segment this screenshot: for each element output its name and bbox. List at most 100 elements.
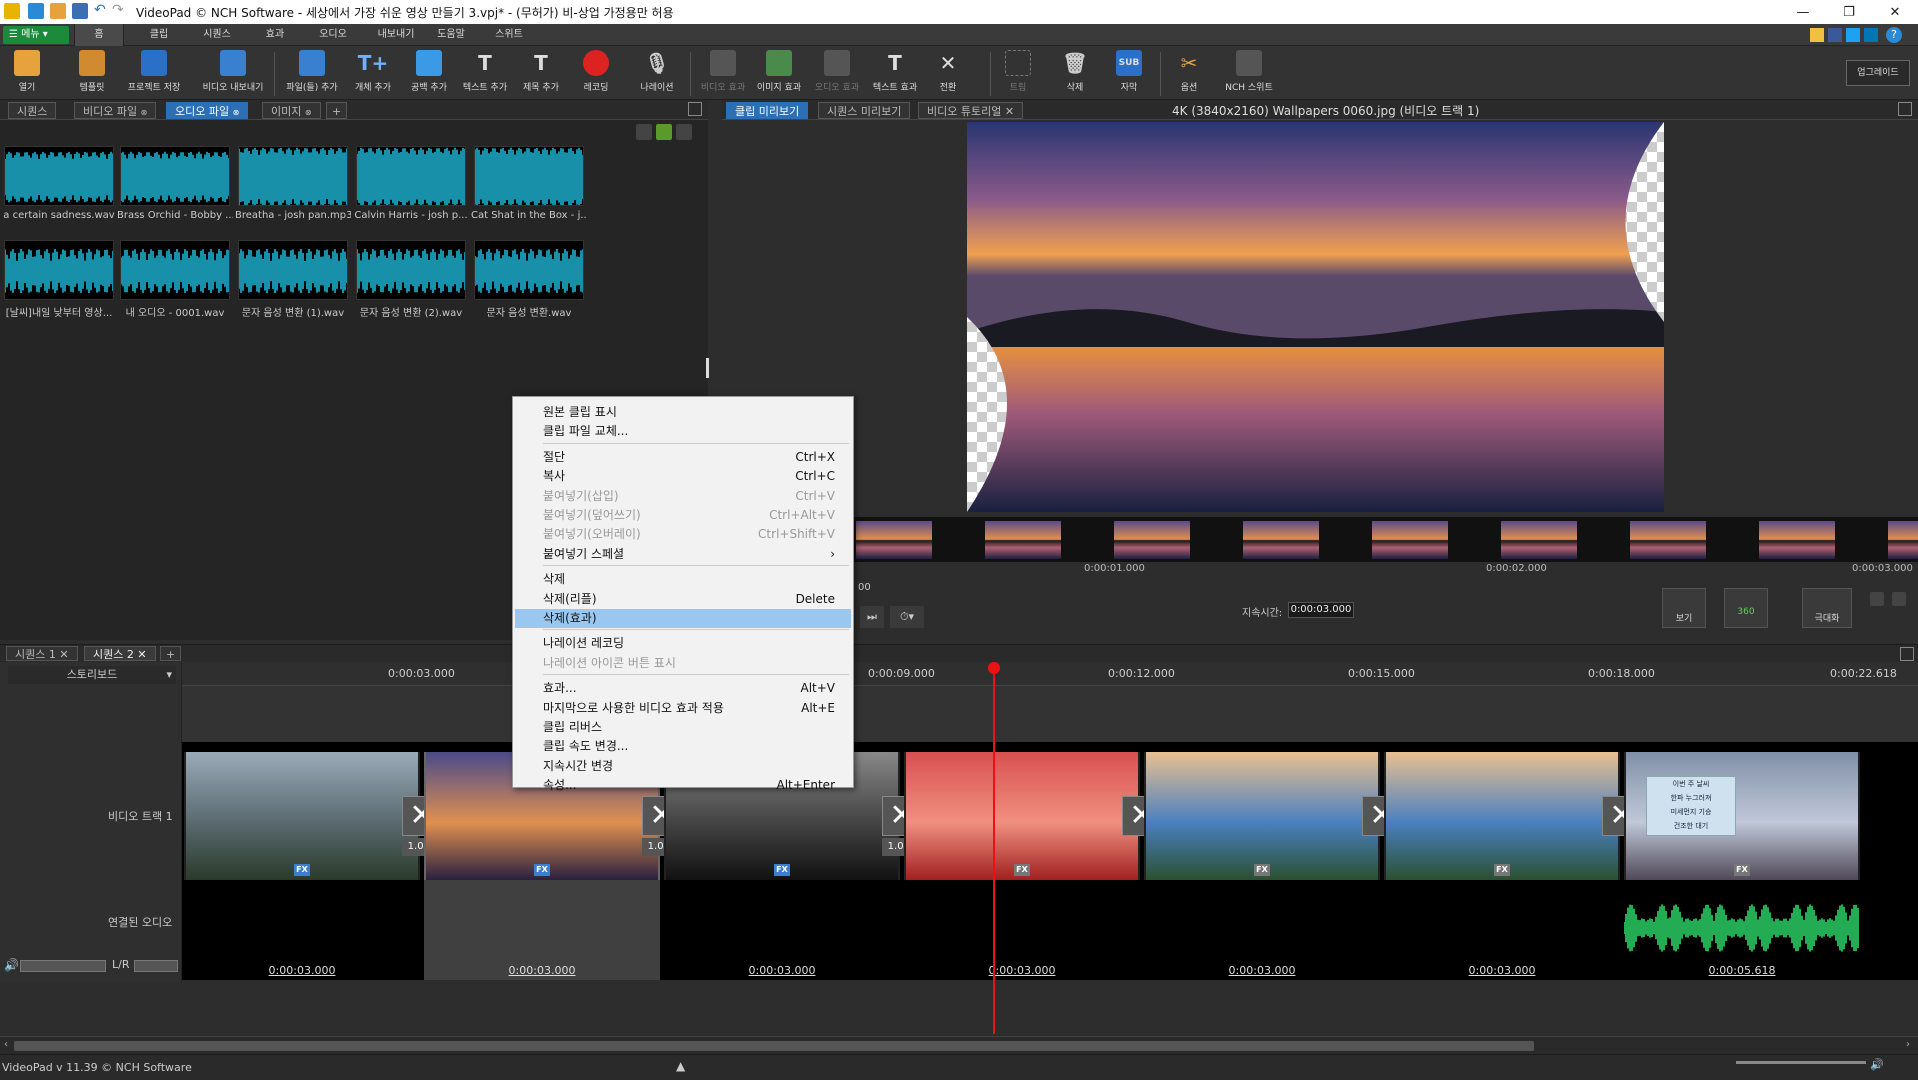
tab-video-files[interactable]: 비디오 파일 ⊗ [74,102,157,119]
tab-sequence[interactable]: 시퀀스 [192,24,242,46]
menu-button[interactable]: ☰ 메뉴 ▾ [3,26,69,44]
transition-button[interactable]: ✕ 전환 [930,50,966,98]
menu-item[interactable]: 속성... Alt+Enter [515,776,851,795]
tab-audio-files[interactable]: 오디오 파일 ⊗ [166,102,249,119]
menu-item[interactable]: 지속시간 변경 [515,757,851,776]
tab-suite[interactable]: 스위트 [484,24,534,46]
audio-waveform-thumb[interactable] [238,146,348,206]
undo-icon[interactable]: ↶ [94,2,106,18]
volume-icon[interactable]: 🔊 [4,958,19,972]
redo-icon[interactable]: ↷ [112,2,124,18]
clip-duration[interactable]: 0:00:03.000 [1384,964,1620,977]
tab-video-tutorial[interactable]: 비디오 튜토리얼 ✕ [918,102,1024,119]
fx-badge[interactable]: FX [1254,864,1270,876]
volume-icon[interactable]: 🔊 [1870,1058,1884,1071]
record-button[interactable]: 레코딩 [576,50,616,98]
options-button[interactable]: ✂ 옵션 [1172,50,1206,98]
menu-item[interactable]: 나레이션 레코딩 [515,634,851,653]
maximize-preview-button[interactable]: 극대화 [1802,588,1852,628]
clip-duration[interactable]: 0:00:05.618 [1624,964,1860,977]
file-name[interactable]: [날씨]내일 낮부터 영상... [1,304,117,319]
next-frame-button[interactable]: ⏭ [860,606,884,628]
overlay-track[interactable] [182,686,1918,742]
clip-duration[interactable]: 0:00:03.000 [184,964,420,977]
save-project-button[interactable]: 프로젝트 저장 [124,50,184,98]
tab-sequence-2[interactable]: 시퀀스 2 ✕ [84,646,156,661]
panel-splitter[interactable] [706,358,709,378]
thumbs-up-icon[interactable] [1810,28,1824,42]
preview-filmstrip[interactable] [852,517,1918,562]
nch-suite-button[interactable]: NCH 스위트 [1222,50,1276,98]
tab-clip-preview[interactable]: 클립 미리보기 [726,102,809,119]
audio-waveform-thumb[interactable] [4,146,114,206]
upgrade-button[interactable]: 업그레이드 [1846,60,1910,86]
file-name[interactable]: Breatha - josh pan.mp3 [235,210,351,221]
tab-help[interactable]: 도움말 [426,24,476,46]
tab-sequences[interactable]: 시퀀스 [8,102,57,119]
delete-button[interactable]: 🗑 삭제 [1058,50,1092,98]
menu-item[interactable]: 붙여넣기(덮어쓰기) Ctrl+Alt+V [515,506,851,525]
menu-item[interactable]: 붙여넣기(삽입) Ctrl+V [515,487,851,506]
storyboard-toggle[interactable]: 스토리보드 ▾ [8,666,176,684]
narration-button[interactable]: 🎙 나레이션 [634,50,680,98]
video-clip[interactable]: FX [1144,752,1380,880]
clip-duration[interactable]: 0:00:03.000 [424,964,660,977]
twitter-icon[interactable] [1846,28,1860,42]
save-icon[interactable] [72,3,88,19]
help-icon[interactable]: ? [1886,27,1902,43]
clip-duration[interactable]: 0:00:03.000 [1144,964,1380,977]
fx-badge[interactable]: FX [294,864,310,876]
zoom-slider[interactable] [1736,1061,1866,1064]
menu-item[interactable]: 마지막으로 사용한 비디오 효과 적용 Alt+E [515,699,851,718]
clip-duration[interactable]: 0:00:03.000 [904,964,1140,977]
tab-clip[interactable]: 클립 [134,24,184,46]
view-button[interactable]: 보기 [1662,588,1706,628]
subtitles-button[interactable]: SUB 자막 [1112,50,1146,98]
tab-effects[interactable]: 효과 [250,24,300,46]
trim-button[interactable]: 트림 [1000,50,1036,98]
timeline-ruler[interactable]: 0:00:03.000 0:00:09.000 0:00:12.000 0:00… [182,662,1918,686]
close-button[interactable]: ✕ [1872,0,1918,24]
menu-item[interactable]: 나레이션 아이콘 버튼 표시 [515,654,851,673]
file-name[interactable]: 문자 음성 변환 (1).wav [235,304,351,319]
audio-track[interactable]: 0:00:03.000 0:00:03.000 0:00:03.000 0:00:03… [182,880,1918,980]
tab-home[interactable]: 홈 [74,24,124,46]
pan-slider[interactable] [134,960,178,972]
tab-images[interactable]: 이미지 ⊗ [262,102,321,119]
undock-icon[interactable] [1900,647,1914,661]
tab-sequence-preview[interactable]: 시퀀스 미리보기 [818,102,911,119]
menu-item[interactable]: 복사 Ctrl+C [515,467,851,486]
file-name[interactable]: Cat Shat in the Box - j... [471,210,587,221]
volume-slider[interactable] [20,960,106,972]
new-project-icon[interactable] [28,3,44,19]
preview-ruler[interactable]: 0:00:01.000 0:00:02.000 0:00:03.000 [852,562,1918,576]
tab-audio[interactable]: 오디오 [308,24,358,46]
fx-badge[interactable]: FX [1494,864,1510,876]
duration-field[interactable]: 0:00:03.000 [1288,602,1354,618]
fx-badge[interactable]: FX [1734,864,1750,876]
menu-item[interactable]: 삭제 [515,570,851,589]
tab-export[interactable]: 내보내기 [366,24,426,46]
undock-icon[interactable] [1898,102,1912,116]
add-blank-button[interactable]: 공백 추가 [404,50,454,98]
video-clip[interactable]: FX [904,752,1140,880]
audio-waveform-thumb[interactable] [474,240,584,300]
menu-item[interactable]: 클립 리버스 [515,718,851,737]
templates-button[interactable]: 템플릿 [72,50,112,98]
360-button[interactable]: 360 [1724,588,1768,628]
menu-item[interactable]: 삭제(효과) [515,609,851,628]
fx-badge[interactable]: FX [1014,864,1030,876]
audio-waveform-thumb[interactable] [120,146,230,206]
video-clip[interactable]: FX [184,752,420,880]
add-text-button[interactable]: T 텍스트 추가 [458,50,512,98]
open-folder-icon[interactable] [50,3,66,19]
speed-button[interactable]: ⏱▾ [890,606,924,628]
audio-effects-button[interactable]: 오디오 효과 [810,50,864,98]
file-name[interactable]: 내 오디오 - 0001.wav [117,304,233,319]
export-video-button[interactable]: 비디오 내보내기 [200,50,266,98]
add-sequence-button[interactable]: + [160,646,182,661]
audio-waveform-thumb[interactable] [474,146,584,206]
file-name[interactable]: a certain sadness.wav [1,210,117,221]
scrollbar-thumb[interactable] [14,1041,1534,1051]
add-files-button[interactable]: 파일(들) 추가 [282,50,342,98]
